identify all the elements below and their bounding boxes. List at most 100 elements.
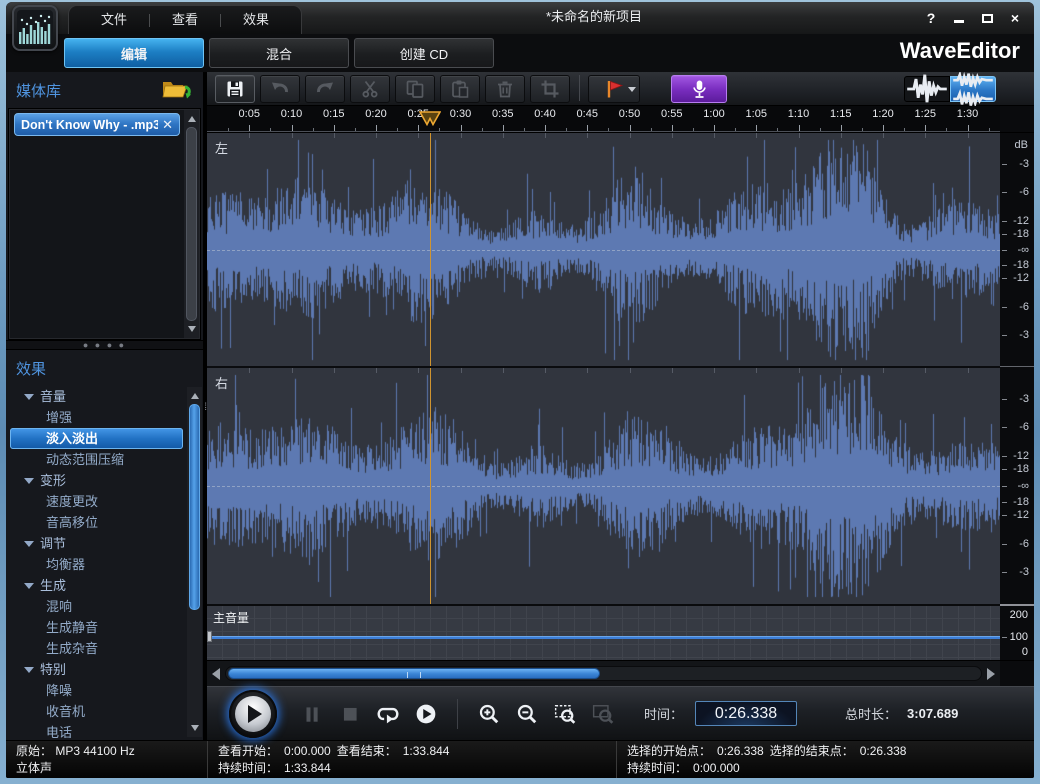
restore-button[interactable] — [980, 10, 994, 26]
dropdown-arrow-icon[interactable] — [628, 87, 636, 92]
effects-item[interactable]: 速度更改 — [10, 491, 183, 512]
hscroll-track[interactable] — [225, 666, 982, 681]
ruler-time-label: 0:50 — [610, 108, 650, 120]
effects-group[interactable]: 变形 — [10, 470, 183, 491]
horizontal-scrollbar[interactable] — [207, 660, 1000, 686]
collapse-arrow-icon[interactable] — [24, 583, 34, 589]
ruler-time-label: 0:40 — [525, 108, 565, 120]
scroll-up-icon[interactable] — [187, 389, 202, 403]
pause-button[interactable] — [293, 696, 331, 732]
grid-tick — [756, 368, 757, 373]
scroll-up-icon[interactable] — [184, 112, 199, 126]
effects-item[interactable]: 生成杂音 — [10, 638, 183, 659]
effects-item-label: 动态范围压缩 — [46, 452, 124, 467]
menu-item-view[interactable]: 查看 — [150, 6, 220, 34]
effects-item[interactable]: 生成静音 — [10, 617, 183, 638]
effects-item[interactable]: 动态范围压缩 — [10, 449, 183, 470]
close-button[interactable]: × — [1008, 10, 1022, 26]
media-scrollbar-thumb[interactable] — [186, 127, 197, 321]
effects-group[interactable]: 生成 — [10, 575, 183, 596]
play-selection-button[interactable] — [407, 696, 445, 732]
zoom-fit-button[interactable] — [584, 696, 622, 732]
play-button[interactable] — [229, 690, 277, 738]
db-value-label: -∞ — [1017, 244, 1029, 256]
effects-item[interactable]: 收音机 — [10, 701, 183, 722]
cut-button[interactable] — [350, 75, 390, 103]
media-scrollbar[interactable] — [184, 110, 199, 338]
effects-item[interactable]: 音高移位 — [10, 512, 183, 533]
effects-item[interactable]: 电话 — [10, 722, 183, 738]
remove-media-icon[interactable]: ✕ — [162, 117, 173, 133]
db-value-label: -12 — [1013, 215, 1029, 227]
flag-marker-button[interactable] — [588, 75, 640, 103]
app-window: 文件查看效果 *未命名的新项目 ? × 编辑混合创建 CD WaveEditor… — [6, 2, 1034, 778]
effects-item[interactable]: 均衡器 — [10, 554, 183, 575]
app-brand: WaveEditor — [900, 38, 1020, 64]
cut-icon — [360, 79, 380, 99]
collapse-arrow-icon[interactable] — [24, 667, 34, 673]
menu-item-file[interactable]: 文件 — [79, 6, 149, 34]
zoom-selection-icon — [554, 703, 576, 725]
zoom-out-button[interactable] — [508, 696, 546, 732]
collapse-arrow-icon[interactable] — [24, 394, 34, 400]
redo-button[interactable] — [305, 75, 345, 103]
ruler-time-label: 0:55 — [652, 108, 692, 120]
effects-group[interactable]: 特别 — [10, 659, 183, 680]
delete-button[interactable] — [485, 75, 525, 103]
time-input[interactable] — [695, 701, 797, 726]
loop-button[interactable] — [369, 696, 407, 732]
grid-tick — [968, 368, 969, 373]
timeline-ruler[interactable]: 0:050:100:150:200:250:300:350:400:450:50… — [207, 106, 1000, 132]
collapse-arrow-icon[interactable] — [24, 541, 34, 547]
collapse-arrow-icon[interactable] — [24, 478, 34, 484]
grid-tick — [587, 133, 588, 138]
scroll-left-icon[interactable] — [207, 661, 225, 686]
playhead-marker[interactable] — [419, 111, 441, 131]
channel-label-left: 左 — [215, 138, 228, 157]
grid-tick — [630, 368, 631, 373]
master-volume-line[interactable] — [207, 637, 1000, 639]
minimize-icon — [954, 20, 964, 23]
scroll-down-icon[interactable] — [187, 721, 202, 735]
master-volume-handle[interactable] — [207, 631, 212, 642]
effects-item[interactable]: 混响 — [10, 596, 183, 617]
record-button[interactable] — [671, 75, 727, 103]
waveform-panel-right: 右 — [207, 366, 1000, 604]
effects-scrollbar-thumb[interactable] — [189, 404, 200, 610]
stop-button[interactable] — [331, 696, 369, 732]
master-volume-track[interactable]: 主音量 — [207, 604, 1000, 660]
master-volume-scale: 200 100 0 — [1000, 604, 1034, 660]
help-button[interactable]: ? — [924, 10, 938, 26]
undo-button[interactable] — [260, 75, 300, 103]
paste-button[interactable] — [440, 75, 480, 103]
zoom-in-button[interactable] — [470, 696, 508, 732]
save-button[interactable] — [215, 75, 255, 103]
scroll-right-icon[interactable] — [982, 661, 1000, 686]
effects-group[interactable]: 调节 — [10, 533, 183, 554]
view-duration-label: 持续时间： — [218, 760, 278, 777]
minimize-button[interactable] — [952, 10, 966, 26]
tab-mix[interactable]: 混合 — [209, 38, 349, 68]
copy-button[interactable] — [395, 75, 435, 103]
playhead-line[interactable] — [430, 368, 431, 604]
sidebar-splitter[interactable]: ● ● ● ● — [6, 340, 203, 350]
waveform-dual-view-button[interactable] — [950, 76, 996, 102]
effects-item[interactable]: 淡入淡出 — [10, 428, 183, 449]
import-media-button[interactable] — [161, 77, 193, 101]
effects-group[interactable]: 音量 — [10, 386, 183, 407]
zoom-selection-button[interactable] — [546, 696, 584, 732]
ruler-time-label: 1:05 — [736, 108, 776, 120]
playhead-line[interactable] — [430, 133, 431, 366]
scroll-down-icon[interactable] — [184, 322, 199, 336]
waveform-single-view-button[interactable] — [904, 76, 950, 102]
tab-create-cd[interactable]: 创建 CD — [354, 38, 494, 68]
effects-item[interactable]: 降噪 — [10, 680, 183, 701]
media-item[interactable]: Don't Know Why - .mp3✕ — [14, 113, 180, 136]
effects-scrollbar[interactable] — [187, 387, 202, 737]
grid-tick — [883, 133, 884, 138]
hscroll-thumb[interactable] — [228, 668, 600, 679]
tab-edit[interactable]: 编辑 — [64, 38, 204, 68]
effects-item[interactable]: 增强 — [10, 407, 183, 428]
trim-button[interactable] — [530, 75, 570, 103]
menu-item-effects[interactable]: 效果 — [221, 6, 291, 34]
